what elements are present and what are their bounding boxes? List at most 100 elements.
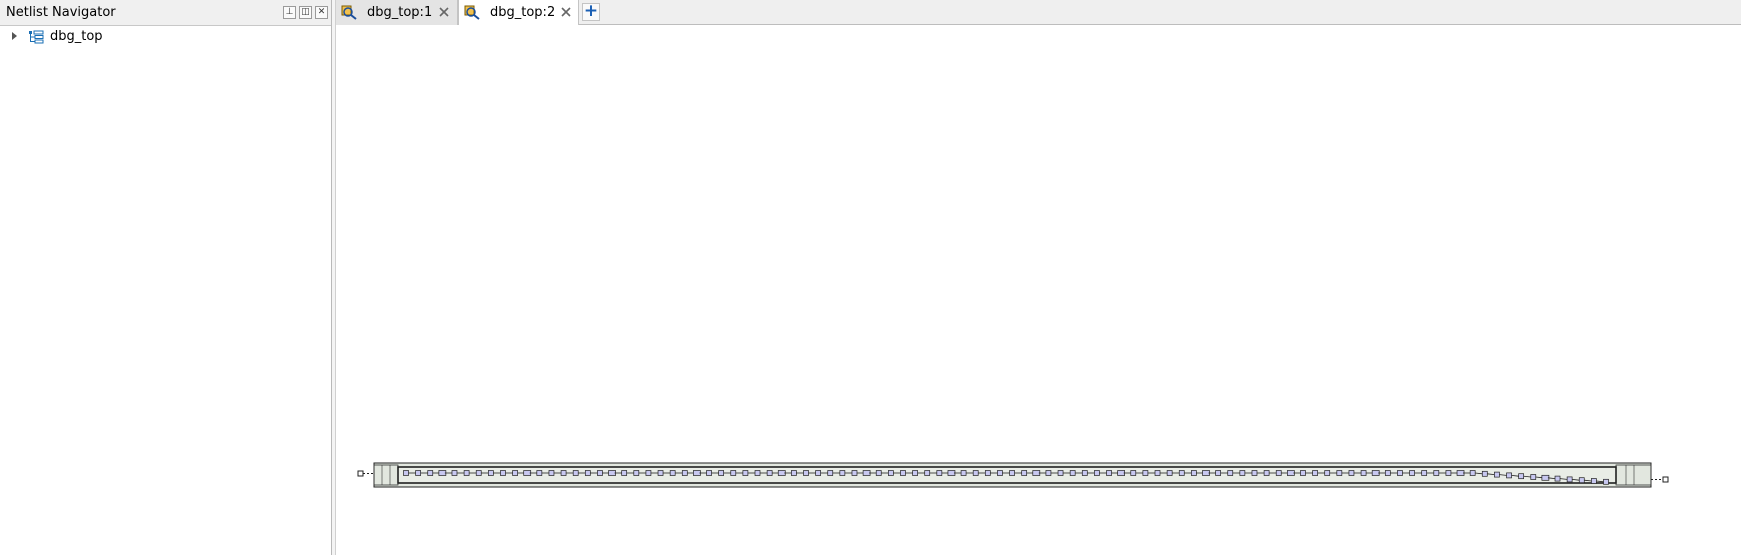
cell-instance[interactable] — [1227, 470, 1234, 476]
cell-instance[interactable] — [1336, 470, 1343, 476]
add-tab-button[interactable]: + — [582, 3, 600, 21]
cell-instance[interactable] — [875, 470, 882, 476]
cell-instance[interactable] — [1506, 472, 1512, 479]
cell-instance[interactable] — [523, 470, 532, 476]
cell-instance[interactable] — [427, 470, 434, 476]
cell-instance[interactable] — [1384, 470, 1391, 476]
cell-instance[interactable] — [1578, 477, 1585, 484]
cell-instance[interactable] — [718, 470, 725, 476]
cell-instance[interactable] — [742, 470, 749, 476]
cell-instance[interactable] — [657, 470, 664, 476]
cell-instance[interactable] — [1057, 470, 1064, 476]
cell-instance[interactable] — [584, 470, 591, 476]
cell-instance[interactable] — [984, 470, 991, 476]
cell-instance[interactable] — [777, 470, 786, 476]
cell-instance[interactable] — [1045, 470, 1052, 476]
cell-instance[interactable] — [815, 470, 821, 476]
cell-instance[interactable] — [1397, 470, 1403, 476]
cell-instance[interactable] — [1009, 470, 1015, 476]
cell-instance[interactable] — [827, 470, 834, 476]
cell-instance[interactable] — [912, 470, 918, 476]
cell-instance[interactable] — [500, 470, 506, 476]
cell-instance[interactable] — [1541, 474, 1550, 481]
restore-icon[interactable]: ◫ — [299, 6, 312, 19]
cell-instance[interactable] — [1445, 470, 1452, 476]
cell-instance[interactable] — [1324, 470, 1331, 476]
cell-instance[interactable] — [997, 470, 1003, 476]
output-port[interactable] — [1662, 476, 1669, 483]
inner-module-box[interactable] — [397, 466, 1617, 484]
cell-instance[interactable] — [1142, 470, 1149, 476]
cell-instance[interactable] — [415, 470, 421, 476]
cell-instance[interactable] — [403, 470, 409, 476]
cell-instance[interactable] — [1433, 470, 1440, 476]
cell-instance[interactable] — [1494, 471, 1500, 478]
cell-instance[interactable] — [887, 470, 894, 476]
cell-instance[interactable] — [1518, 473, 1525, 480]
cell-instance[interactable] — [608, 470, 616, 476]
cell-instance[interactable] — [1215, 470, 1221, 476]
cell-instance[interactable] — [1081, 470, 1088, 476]
cell-instance[interactable] — [669, 470, 676, 476]
cell-instance[interactable] — [960, 470, 967, 476]
cell-instance[interactable] — [851, 470, 858, 476]
cell-instance[interactable] — [803, 470, 809, 476]
cell-instance[interactable] — [1202, 470, 1210, 476]
cell-instance[interactable] — [438, 470, 447, 476]
cell-instance[interactable] — [1530, 474, 1537, 480]
cell-instance[interactable] — [754, 470, 761, 476]
tab-dbg-top-2[interactable]: dbg_top:2 — [458, 0, 579, 26]
close-icon[interactable]: ✕ — [315, 6, 328, 19]
cell-instance[interactable] — [548, 470, 555, 476]
cell-instance[interactable] — [512, 470, 518, 476]
cell-instance[interactable] — [645, 470, 652, 476]
cell-instance[interactable] — [560, 470, 567, 476]
cell-instance[interactable] — [1481, 470, 1488, 477]
input-port[interactable] — [357, 470, 364, 477]
cell-instance[interactable] — [1469, 470, 1476, 476]
cell-instance[interactable] — [972, 470, 979, 476]
cell-instance[interactable] — [862, 470, 871, 476]
cell-instance[interactable] — [1154, 470, 1161, 476]
cell-instance[interactable] — [1300, 470, 1306, 476]
tab-dbg-top-1[interactable]: dbg_top:1 — [336, 0, 458, 25]
cell-instance[interactable] — [1421, 470, 1428, 476]
cell-instance[interactable] — [1456, 470, 1465, 476]
cell-instance[interactable] — [1360, 470, 1367, 476]
cell-instance[interactable] — [900, 470, 906, 476]
cell-instance[interactable] — [1191, 470, 1197, 476]
cell-instance[interactable] — [791, 470, 797, 476]
cell-instance[interactable] — [947, 470, 956, 476]
cell-instance[interactable] — [1371, 470, 1380, 476]
cell-instance[interactable] — [1275, 470, 1282, 476]
cell-instance[interactable] — [693, 470, 701, 476]
cell-instance[interactable] — [1263, 470, 1270, 476]
cell-instance[interactable] — [1312, 470, 1318, 476]
cell-instance[interactable] — [572, 470, 579, 476]
schematic-diagram[interactable] — [336, 25, 1741, 555]
cell-instance[interactable] — [1554, 475, 1561, 482]
cell-instance[interactable] — [597, 470, 603, 476]
cell-instance[interactable] — [1021, 470, 1028, 476]
cell-instance[interactable] — [839, 470, 846, 476]
cell-instance[interactable] — [1178, 470, 1185, 476]
cell-instance[interactable] — [1069, 470, 1076, 476]
cell-instance[interactable] — [1251, 470, 1258, 476]
cell-instance[interactable] — [633, 470, 640, 476]
cell-instance[interactable] — [1094, 470, 1100, 476]
cell-instance[interactable] — [621, 470, 628, 476]
pin-icon[interactable]: ⊥ — [283, 6, 296, 19]
cell-instance[interactable] — [681, 470, 688, 476]
cell-instance[interactable] — [1106, 470, 1112, 476]
cell-instance[interactable] — [1409, 470, 1415, 476]
cell-instance[interactable] — [1117, 470, 1126, 476]
close-tab-icon[interactable] — [438, 6, 450, 18]
cell-instance[interactable] — [936, 470, 943, 476]
cell-instance[interactable] — [536, 470, 543, 476]
cell-instance[interactable] — [1603, 478, 1609, 485]
cell-instance[interactable] — [1591, 478, 1597, 484]
schematic-canvas[interactable] — [336, 25, 1741, 555]
cell-instance[interactable] — [1286, 470, 1295, 476]
cell-instance[interactable] — [1348, 470, 1355, 476]
cell-instance[interactable] — [1032, 470, 1041, 476]
